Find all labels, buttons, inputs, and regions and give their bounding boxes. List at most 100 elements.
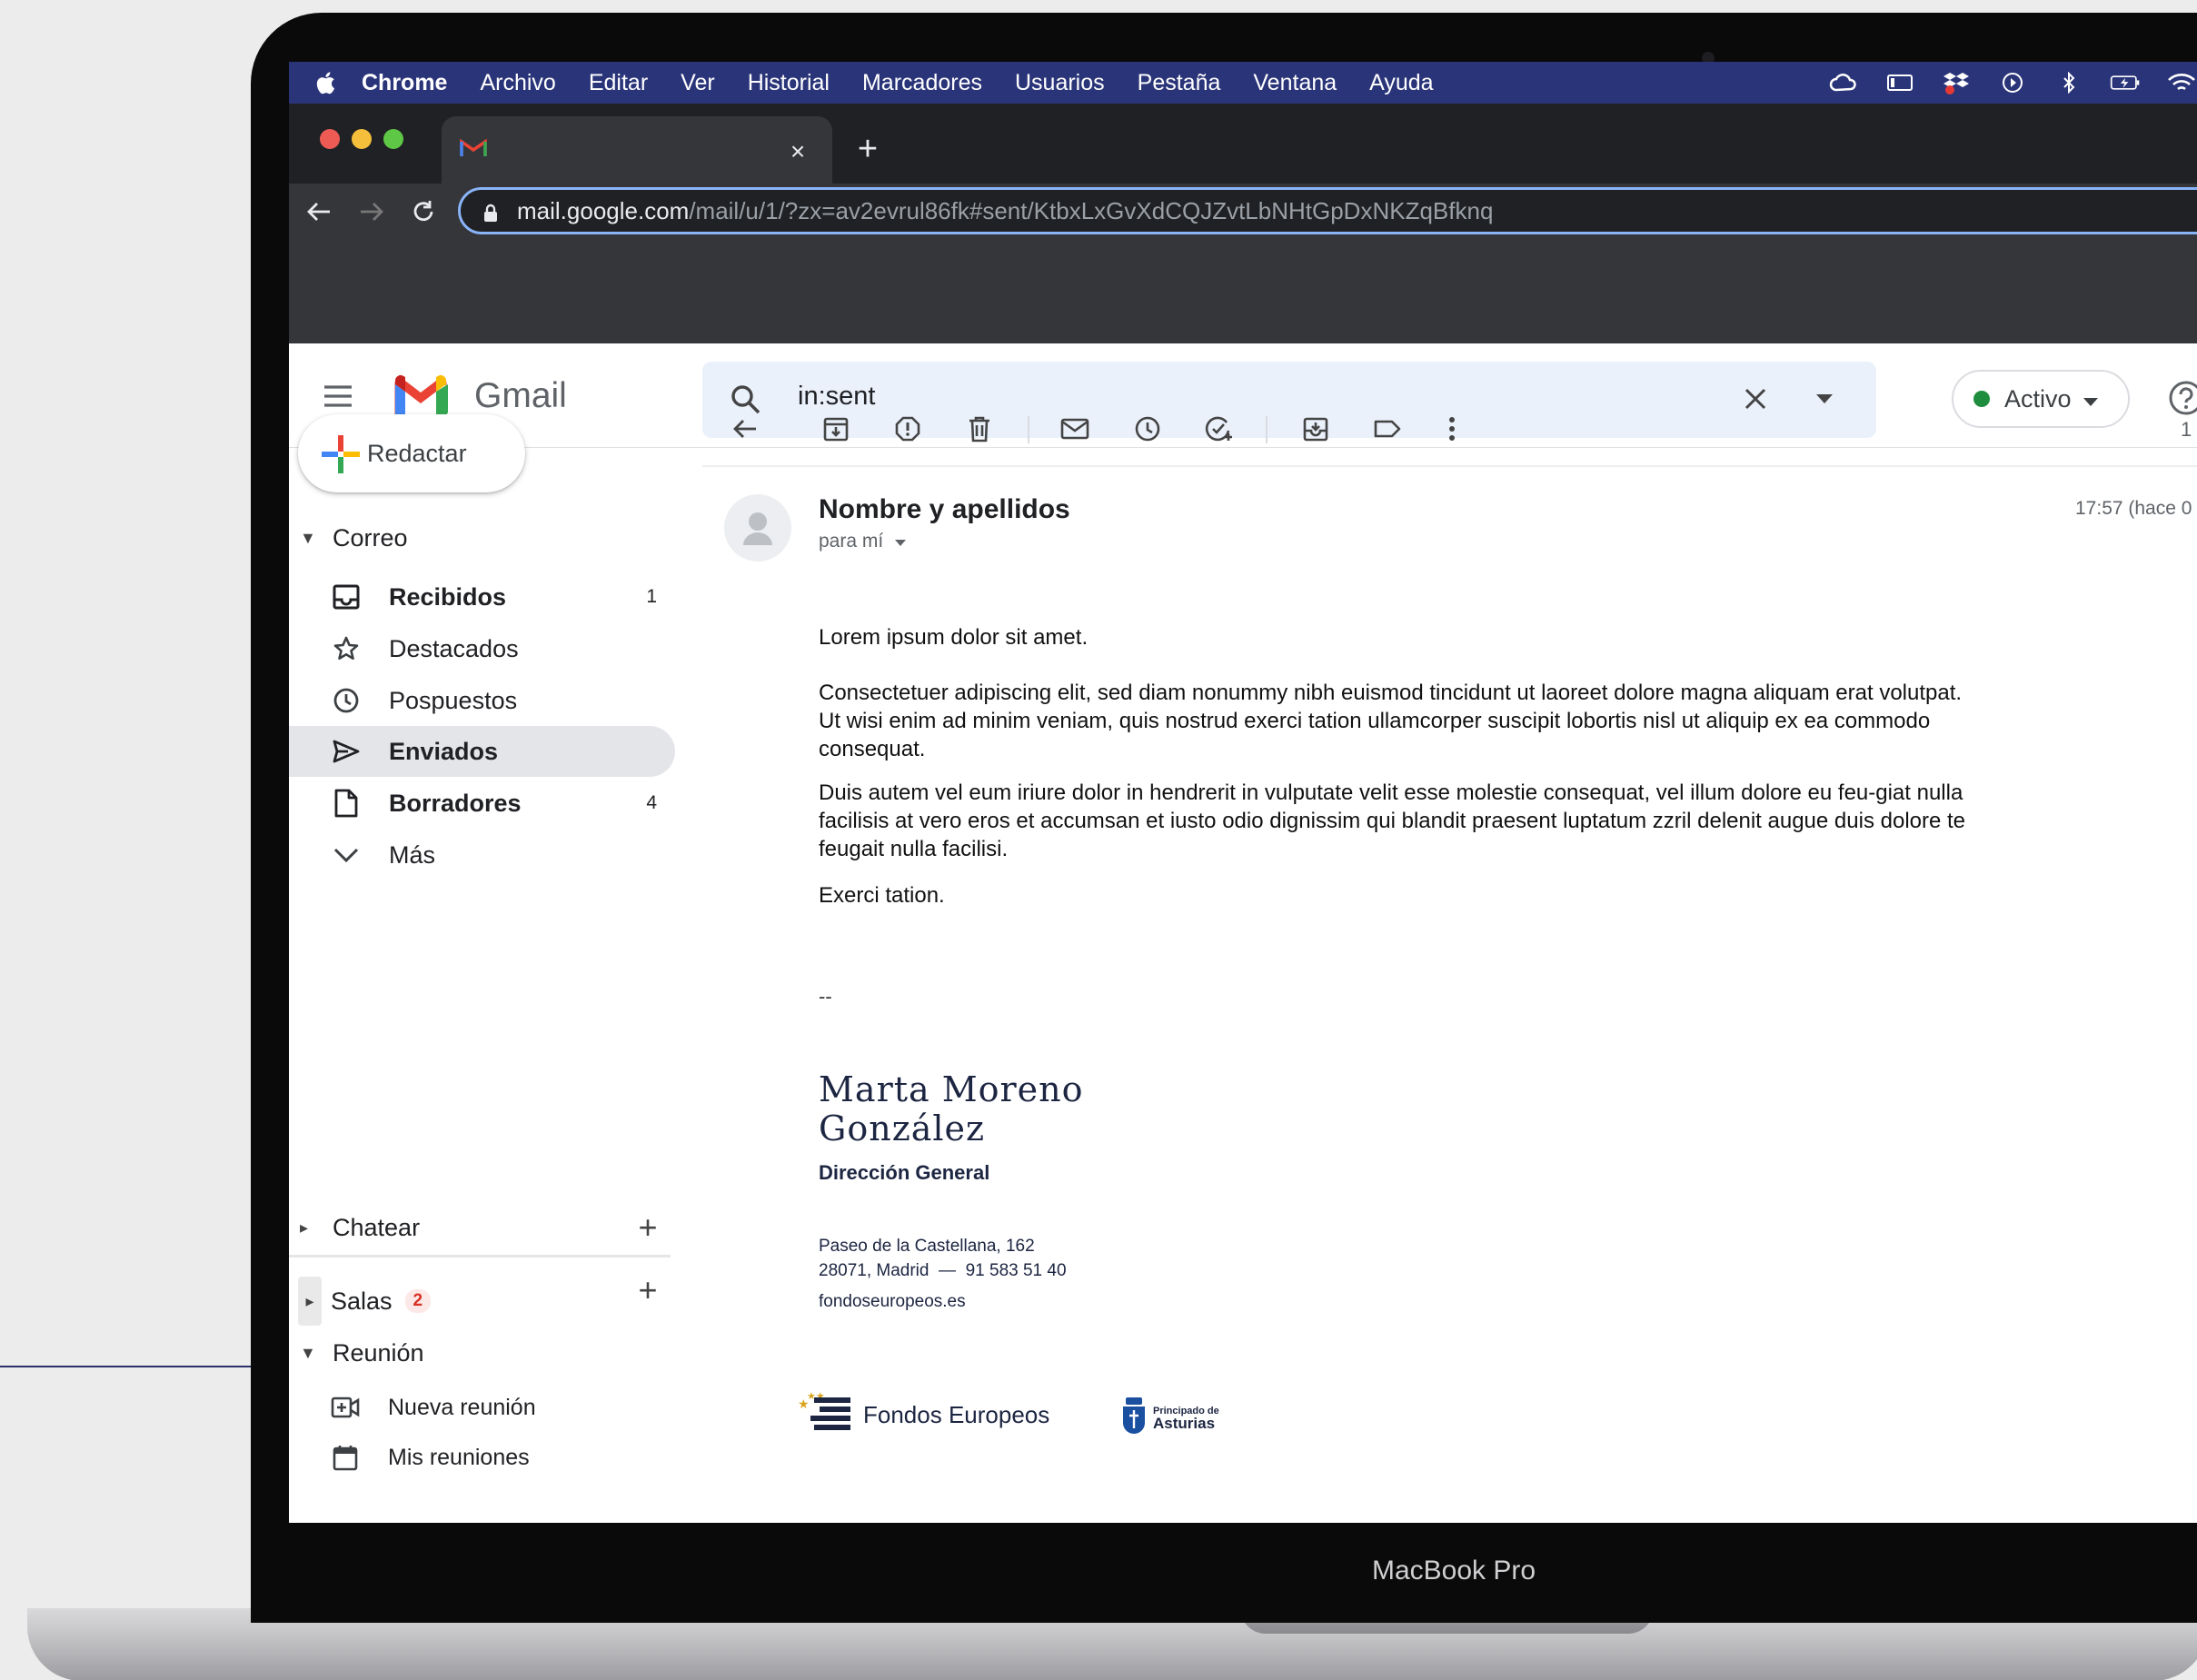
- wifi-icon[interactable]: [2166, 72, 2197, 94]
- email-paragraph: Exerci tation.: [819, 883, 945, 908]
- menu-archivo[interactable]: Archivo: [480, 70, 555, 96]
- caret-down-icon: ▼: [300, 529, 316, 547]
- back-to-list-icon[interactable]: [727, 411, 763, 447]
- menu-app-name[interactable]: Chrome: [362, 70, 447, 96]
- search-options-icon[interactable]: [1811, 385, 1838, 413]
- signature-address-line1: Paseo de la Castellana, 162: [819, 1237, 1035, 1256]
- sidebar-item-destacados[interactable]: Destacados: [289, 623, 675, 674]
- forward-arrow-icon[interactable]: [356, 196, 387, 227]
- back-arrow-icon[interactable]: [303, 196, 334, 227]
- gmail-logo-text: Gmail: [474, 376, 567, 415]
- section-salas[interactable]: ▸ Salas 2: [298, 1277, 432, 1326]
- compose-button[interactable]: Redactar: [298, 414, 525, 492]
- add-room-icon[interactable]: +: [631, 1271, 664, 1309]
- menu-ayuda[interactable]: Ayuda: [1369, 70, 1433, 96]
- fondos-europeos-logo: ★ ★★ Fondos Europeos: [798, 1388, 1049, 1442]
- dropbox-icon[interactable]: [1941, 72, 1972, 94]
- new-tab-button[interactable]: +: [850, 131, 886, 167]
- star-icon: [331, 633, 362, 664]
- url-path: /mail/u/1/?zx=av2evrul86fk#sent/KtbxLxGv…: [689, 196, 1494, 224]
- apple-icon[interactable]: [314, 62, 349, 104]
- send-icon: [331, 736, 362, 767]
- menu-pestana[interactable]: Pestaña: [1138, 70, 1221, 96]
- recipient-label: para mí: [819, 531, 884, 552]
- toolbar-bottom-border: [702, 465, 2197, 467]
- snooze-icon[interactable]: [1129, 411, 1166, 447]
- help-icon[interactable]: [2166, 378, 2197, 418]
- report-spam-icon[interactable]: [890, 411, 926, 447]
- menu-marcadores[interactable]: Marcadores: [862, 70, 982, 96]
- sidebar-item-label: Destacados: [389, 634, 519, 662]
- creative-cloud-icon[interactable]: [1828, 72, 1859, 94]
- signature-separator: --: [819, 985, 832, 1008]
- archive-icon[interactable]: [818, 411, 854, 447]
- sidebar-item-enviados[interactable]: Enviados: [289, 726, 675, 777]
- menu-ver[interactable]: Ver: [681, 70, 715, 96]
- browser-tab[interactable]: [442, 116, 832, 184]
- search-input[interactable]: in:sent: [798, 382, 875, 412]
- email-paragraph: Duis autem vel eum iriure dolor in hendr…: [819, 780, 1966, 861]
- reload-icon[interactable]: [408, 196, 439, 227]
- status-button[interactable]: Activo: [1952, 370, 2130, 428]
- play-icon[interactable]: [1997, 72, 2028, 94]
- recipient-dropdown-icon: [894, 531, 907, 552]
- sender-name[interactable]: Nombre y apellidos: [819, 494, 1070, 525]
- sidebar-item-pospuestos[interactable]: Pospuestos: [289, 675, 675, 726]
- more-options-icon[interactable]: [1436, 411, 1468, 447]
- signature-title: Dirección General: [819, 1161, 990, 1184]
- sidebar-item-recibidos[interactable]: Recibidos 1: [289, 572, 675, 622]
- sender-avatar[interactable]: [724, 494, 791, 562]
- draft-file-icon: [331, 788, 362, 819]
- fondos-europeos-logo-text: Fondos Europeos: [863, 1401, 1050, 1428]
- toolbar-divider: [1266, 416, 1268, 443]
- battery-icon[interactable]: [2110, 72, 2141, 94]
- menu-ventana[interactable]: Ventana: [1253, 70, 1337, 96]
- add-chat-icon[interactable]: +: [631, 1208, 664, 1247]
- bluetooth-icon[interactable]: [2053, 72, 2084, 94]
- address-bar[interactable]: mail.google.com/mail/u/1/?zx=av2evrul86f…: [458, 187, 2197, 234]
- macos-menubar: Chrome Archivo Editar Ver Historial Marc…: [289, 62, 2197, 104]
- section-reunion[interactable]: ▼ Reunión: [300, 1339, 424, 1367]
- signature-name-line2: González: [819, 1108, 986, 1148]
- clock-icon: [331, 685, 362, 716]
- maximize-window-icon[interactable]: [383, 129, 403, 149]
- add-task-icon[interactable]: [1202, 411, 1238, 447]
- move-to-icon[interactable]: [1297, 411, 1334, 447]
- clear-search-icon[interactable]: [1739, 383, 1772, 415]
- sidebar-item-mas[interactable]: Más: [289, 830, 675, 880]
- meet-item-nueva-reunion[interactable]: Nueva reunión: [330, 1392, 536, 1423]
- menu-editar[interactable]: Editar: [589, 70, 648, 96]
- new-meeting-icon: [330, 1392, 361, 1423]
- search-bar[interactable]: [702, 362, 1876, 438]
- section-chatear[interactable]: ▸ Chatear: [300, 1214, 420, 1242]
- tab-close-icon[interactable]: ×: [784, 137, 811, 166]
- close-window-icon[interactable]: [320, 129, 340, 149]
- meet-item-label: Mis reuniones: [388, 1444, 530, 1470]
- inbox-icon: [331, 582, 362, 612]
- section-chatear-label: Chatear: [333, 1214, 421, 1241]
- gmail-favicon-icon: [460, 138, 487, 163]
- lock-icon: [482, 202, 499, 230]
- label-icon[interactable]: [1369, 411, 1406, 447]
- menu-historial[interactable]: Historial: [748, 70, 830, 96]
- delete-icon[interactable]: [961, 411, 998, 447]
- signature-address-line2: 28071, Madrid — 91 583 51 40: [819, 1261, 1067, 1280]
- signature-website-link[interactable]: fondoseuropeos.es: [819, 1292, 966, 1312]
- minimize-window-icon[interactable]: [352, 129, 372, 149]
- meet-item-mis-reuniones[interactable]: Mis reuniones: [330, 1442, 530, 1473]
- sidecar-icon[interactable]: [1884, 72, 1915, 94]
- menubar-status-icons: [1828, 62, 2197, 104]
- main-menu-icon[interactable]: [320, 378, 356, 414]
- page-counter: 1: [2181, 418, 2192, 441]
- sidebar-item-label: Borradores: [389, 789, 522, 817]
- signature-name-line1: Marta Moreno: [819, 1069, 1084, 1109]
- mark-unread-icon[interactable]: [1057, 411, 1093, 447]
- section-correo[interactable]: ▼ Correo: [300, 524, 408, 552]
- sidebar-item-borradores[interactable]: Borradores 4: [289, 778, 675, 829]
- recipient-details[interactable]: para mí: [819, 531, 907, 552]
- sidebar-item-label: Pospuestos: [389, 686, 518, 714]
- sidebar-item-label: Más: [389, 840, 436, 869]
- menu-usuarios[interactable]: Usuarios: [1015, 70, 1105, 96]
- caret-right-icon: ▸: [300, 1218, 309, 1237]
- sidebar-item-label: Enviados: [389, 737, 499, 765]
